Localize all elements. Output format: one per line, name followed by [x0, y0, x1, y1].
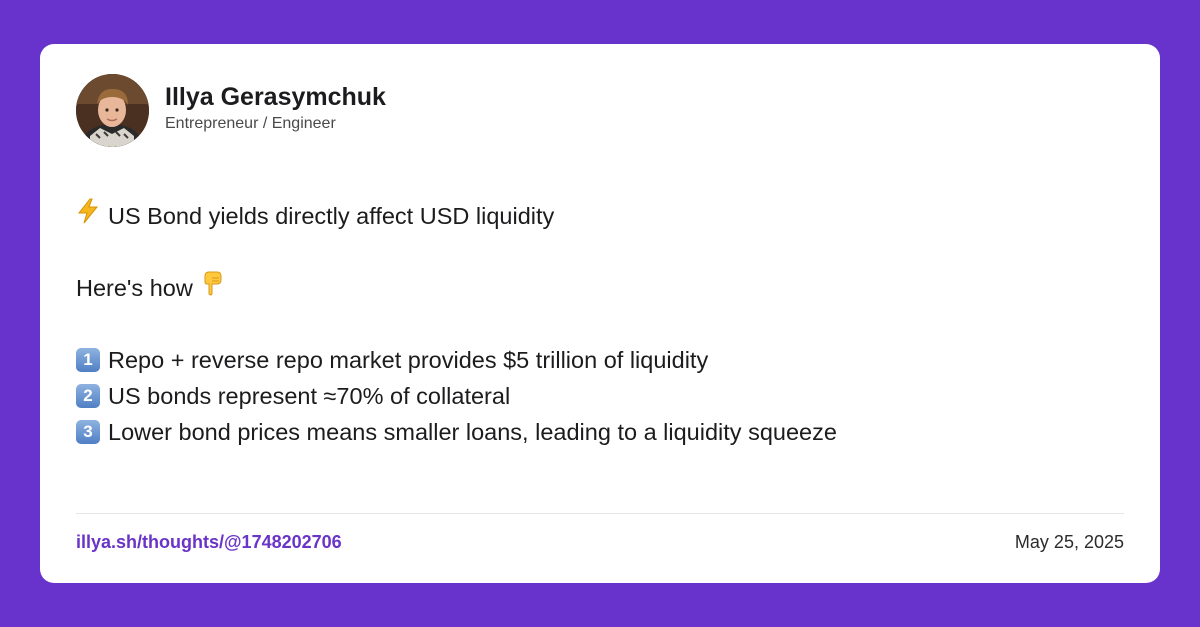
headline: US Bond yields directly affect USD liqui… [76, 198, 1116, 234]
author-role: Entrepreneur / Engineer [165, 115, 336, 132]
headline-text: US Bond yields directly affect USD liqui… [108, 203, 555, 229]
pointing-down-icon [201, 270, 223, 306]
list-item-text: Repo + reverse repo market provides $5 t… [108, 347, 709, 373]
list-item: 1 Repo + reverse repo market provides $5… [76, 342, 1116, 378]
keycap-two-icon: 2 [76, 384, 100, 408]
post-body: US Bond yields directly affect USD liqui… [76, 198, 1116, 450]
keycap-three-icon: 3 [76, 420, 100, 444]
avatar[interactable] [76, 73, 149, 147]
lightning-icon [76, 198, 100, 234]
list-item-text: Lower bond prices means smaller loans, l… [108, 419, 837, 445]
post-card: Illya Gerasymchuk Entrepreneur / Enginee… [40, 44, 1160, 583]
footer-divider [76, 513, 1124, 514]
post-permalink[interactable]: illya.sh/thoughts/@1748202706 [76, 529, 342, 555]
list-item-text: US bonds represent ≈70% of collateral [108, 383, 511, 409]
intro: Here's how [76, 270, 1116, 306]
avatar-photo-icon [76, 73, 149, 147]
list-item: 3 Lower bond prices means smaller loans,… [76, 414, 1116, 450]
author-header: Illya Gerasymchuk Entrepreneur / Enginee… [76, 73, 386, 147]
keycap-one-icon: 1 [76, 348, 100, 372]
author-identity: Illya Gerasymchuk Entrepreneur / Enginee… [165, 83, 386, 134]
intro-text: Here's how [76, 275, 193, 301]
author-name[interactable]: Illya Gerasymchuk [165, 82, 386, 112]
post-date: May 25, 2025 [1014, 532, 1124, 552]
list-item: 2 US bonds represent ≈70% of collateral [76, 378, 1116, 414]
